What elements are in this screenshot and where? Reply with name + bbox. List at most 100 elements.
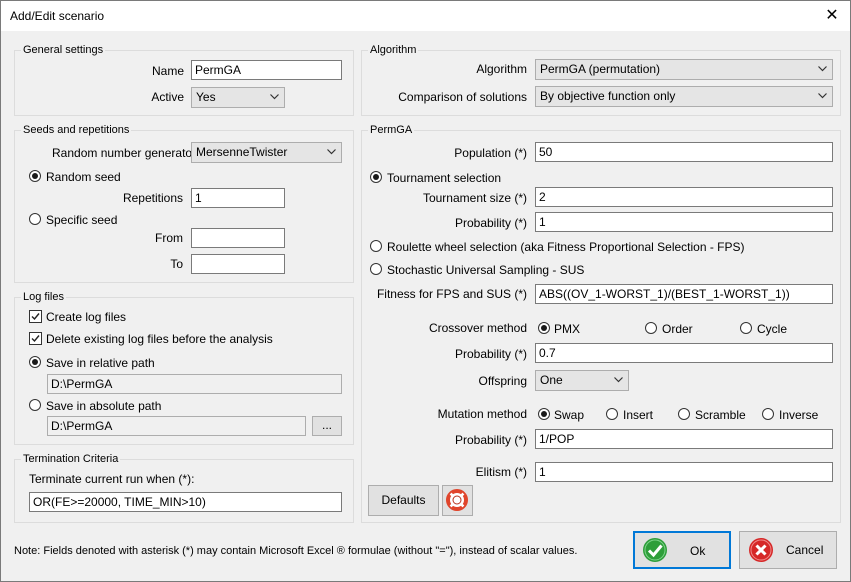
repetitions-label: Repetitions (122, 191, 183, 205)
offspring-value: One (540, 373, 563, 387)
fitness-field[interactable]: ABS((OV_1-WORST_1)/(BEST_1-WORST_1)) (535, 284, 833, 304)
tournament-probability-label: Probability (*) (454, 216, 527, 230)
create-log-checkbox[interactable] (29, 310, 42, 323)
group-title: General settings (21, 44, 106, 56)
active-label: Active (151, 90, 184, 104)
mutation-inverse-radio[interactable] (762, 408, 774, 420)
crossover-probability-field[interactable]: 0.7 (535, 343, 833, 363)
active-select[interactable]: Yes (191, 87, 285, 108)
termination-group: Termination Criteria (14, 453, 354, 523)
relative-path-radio[interactable] (29, 356, 41, 368)
chevron-down-icon (818, 66, 827, 72)
repetitions-field[interactable]: 1 (191, 188, 285, 208)
absolute-path-radio[interactable] (29, 399, 41, 411)
name-field[interactable]: PermGA (191, 60, 342, 80)
crossover-label: Crossover method (428, 321, 527, 335)
rng-select[interactable]: MersenneTwister (191, 142, 342, 163)
population-field[interactable]: 50 (535, 142, 833, 162)
defaults-button[interactable]: Defaults (368, 485, 439, 516)
checkmark-icon (643, 538, 667, 562)
browse-button[interactable]: ... (312, 416, 342, 436)
crossover-order-radio[interactable] (645, 322, 657, 334)
to-label: To (170, 257, 183, 271)
cancel-button[interactable]: Cancel (739, 531, 837, 569)
tournament-size-field[interactable]: 2 (535, 187, 833, 207)
offspring-select[interactable]: One (535, 370, 629, 391)
active-value: Yes (196, 90, 216, 104)
cancel-label: Cancel (786, 543, 824, 557)
mutation-insert-label: Insert (623, 408, 654, 422)
elitism-field[interactable]: 1 (535, 462, 833, 482)
delete-log-checkbox[interactable] (29, 332, 42, 345)
footer-note: Note: Fields denoted with asterisk (*) m… (14, 545, 578, 557)
group-title: Log files (21, 291, 66, 303)
chevron-down-icon (818, 93, 827, 99)
crossover-pmx-radio[interactable] (538, 322, 550, 334)
delete-log-label: Delete existing log files before the ana… (46, 332, 273, 346)
checkmark-icon (31, 335, 40, 343)
to-field[interactable] (191, 254, 285, 274)
create-log-label: Create log files (46, 310, 127, 324)
cancel-icon (749, 538, 773, 562)
from-field[interactable] (191, 228, 285, 248)
crossover-probability-label: Probability (*) (454, 347, 527, 361)
tournament-label: Tournament selection (387, 171, 502, 185)
offspring-label: Offspring (478, 374, 527, 388)
window-title: Add/Edit scenario (10, 9, 105, 23)
chevron-down-icon (270, 94, 279, 100)
group-title: PermGA (368, 124, 415, 136)
mutation-label: Mutation method (437, 407, 527, 421)
comparison-select[interactable]: By objective function only (535, 86, 833, 107)
mutation-insert-radio[interactable] (606, 408, 618, 420)
random-seed-radio[interactable] (29, 170, 41, 182)
termination-field[interactable]: OR(FE>=20000, TIME_MIN>10) (29, 492, 342, 512)
tournament-size-label: Tournament size (*) (422, 191, 527, 205)
mutation-swap-label: Swap (554, 408, 585, 422)
ok-label: Ok (690, 544, 706, 558)
rng-label: Random number generator (52, 146, 197, 160)
mutation-swap-radio[interactable] (538, 408, 550, 420)
elitism-label: Elitism (*) (475, 465, 527, 479)
comparison-label: Comparison of solutions (398, 90, 527, 104)
mutation-inverse-label: Inverse (779, 408, 819, 422)
checkmark-icon (31, 313, 40, 321)
random-seed-label: Random seed (46, 170, 121, 184)
group-title: Termination Criteria (21, 453, 121, 465)
rng-value: MersenneTwister (196, 145, 288, 159)
termination-label: Terminate current run when (*): (29, 472, 195, 486)
specific-seed-radio[interactable] (29, 213, 41, 225)
sus-label: Stochastic Universal Sampling - SUS (387, 263, 585, 277)
name-label: Name (151, 64, 184, 78)
help-button[interactable] (442, 485, 473, 516)
absolute-path-label: Save in absolute path (46, 399, 162, 413)
crossover-cycle-radio[interactable] (740, 322, 752, 334)
mutation-probability-label: Probability (*) (454, 433, 527, 447)
title-bar: Add/Edit scenario ✕ (1, 1, 850, 31)
ok-button[interactable]: Ok (633, 531, 731, 569)
mutation-scramble-label: Scramble (695, 408, 746, 422)
comparison-value: By objective function only (540, 89, 676, 103)
specific-seed-label: Specific seed (46, 213, 118, 227)
crossover-pmx-label: PMX (554, 322, 581, 336)
relative-path-field: D:\PermGA (47, 374, 342, 394)
group-title: Seeds and repetitions (21, 124, 132, 136)
sus-radio[interactable] (370, 263, 382, 275)
mutation-scramble-radio[interactable] (678, 408, 690, 420)
relative-path-label: Save in relative path (46, 356, 155, 370)
absolute-path-field: D:\PermGA (47, 416, 306, 436)
roulette-radio[interactable] (370, 240, 382, 252)
lifebuoy-icon (446, 489, 468, 511)
chevron-down-icon (327, 149, 336, 155)
chevron-down-icon (614, 377, 623, 383)
tournament-radio[interactable] (370, 171, 382, 183)
algorithm-label: Algorithm (476, 62, 527, 76)
algorithm-value: PermGA (permutation) (540, 62, 661, 76)
algorithm-select[interactable]: PermGA (permutation) (535, 59, 833, 80)
from-label: From (155, 231, 183, 245)
tournament-probability-field[interactable]: 1 (535, 212, 833, 232)
mutation-probability-field[interactable]: 1/POP (535, 429, 833, 449)
group-title: Algorithm (368, 44, 419, 56)
fitness-label: Fitness for FPS and SUS (*) (376, 287, 527, 301)
population-label: Population (*) (454, 146, 527, 160)
close-icon[interactable]: ✕ (820, 4, 844, 28)
